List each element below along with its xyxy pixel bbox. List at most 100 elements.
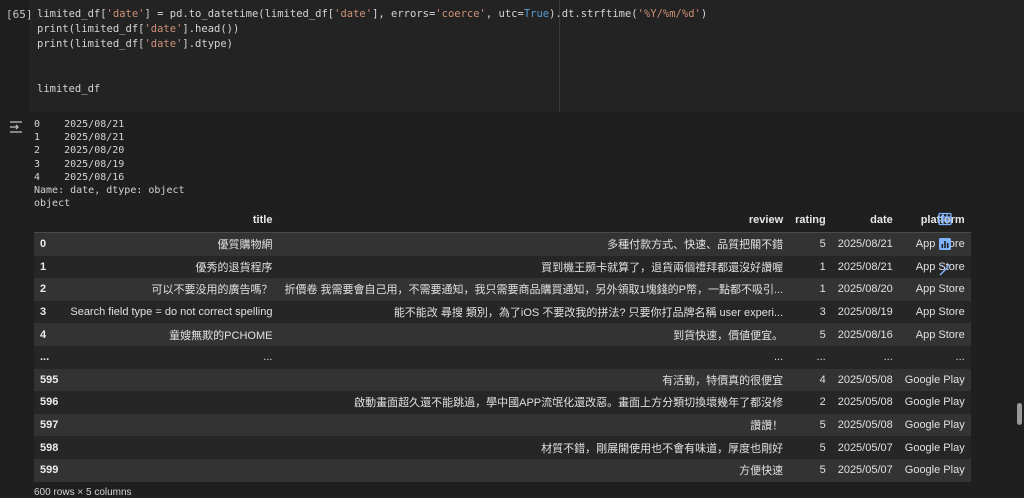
- column-header: title: [64, 208, 279, 233]
- row-index: 597: [34, 413, 65, 437]
- table-cell: 2025/08/21: [831, 232, 899, 256]
- row-index: 599: [34, 458, 65, 482]
- table-row: 595 有活動，特價真的很便宜 4 2025/05/08 Google Play: [34, 368, 971, 392]
- stdout-line: 2 2025/08/20: [34, 145, 125, 157]
- table-cell: 5: [789, 413, 832, 437]
- column-header: date: [831, 208, 899, 233]
- table-cell: 啟動畫面超久還不能跳過，學中國APP流氓化還改惡。畫面上方分類切換壞幾年了都沒修: [278, 391, 790, 414]
- table-cell: 優秀的退貨程序: [64, 255, 279, 279]
- table-cell: Google Play: [898, 458, 971, 482]
- table-cell: 1: [789, 255, 832, 279]
- code-cell: [65] limited_df['date'] = pd.to_datetime…: [0, 0, 1024, 112]
- table-row: 599 方便快速 5 2025/05/07 Google Play: [34, 458, 971, 482]
- table-cell: 5: [789, 458, 832, 482]
- table-row: 1 優秀的退貨程序 買到機王颞卡就算了，退貨兩個禮拜都還沒好讚喔 1 2025/08/2…: [34, 255, 971, 279]
- suggest-charts-icon[interactable]: [935, 234, 955, 254]
- table-cell: ...: [898, 345, 971, 369]
- table-cell: 1: [789, 278, 832, 301]
- row-index: 4: [34, 323, 65, 346]
- row-index: 595: [34, 368, 65, 392]
- table-cell: [64, 368, 279, 392]
- table-row: 598 材質不錯，剛展開使用也不會有味道，厚度也剛好 5 2025/05/07 Goog…: [34, 436, 971, 459]
- table-cell: 折價卷 我需要會自己用，不需要通知，我只需要商品購買通知，另外領取1塊錢的P幣，…: [278, 278, 790, 301]
- column-header: rating: [789, 208, 832, 233]
- table-cell: 2025/05/07: [831, 436, 899, 459]
- dataframe-shape: 600 rows × 5 columns: [34, 487, 132, 498]
- table-cell: 2025/08/20: [831, 278, 899, 301]
- table-row: 597 讚讚！ 5 2025/05/08 Google Play: [34, 413, 971, 437]
- table-row: 2 可以不要没用的廣告嗎？ 折價卷 我需要會自己用，不需要通知，我只需要商品購買通知…: [34, 278, 971, 301]
- code-line-2: print(limited_df['date'].head()): [37, 23, 240, 35]
- cell-output: 0 2025/08/21 1 2025/08/21 2 2025/08/20 3 20…: [0, 112, 1024, 498]
- table-cell: 方便快速: [278, 458, 790, 482]
- table-cell: 5: [789, 436, 832, 459]
- table-cell: App Store: [898, 278, 971, 301]
- row-index: 598: [34, 436, 65, 459]
- column-header: review: [278, 208, 790, 233]
- table-cell: 2025/05/07: [831, 458, 899, 482]
- generate-code-icon[interactable]: [935, 260, 955, 280]
- table-header-row: title review rating date platform: [34, 208, 971, 233]
- table-row: 0 優質購物網 多種付款方式、快速、品質把關不錯 5 2025/08/21 App Sto…: [34, 232, 971, 256]
- table-cell: 4: [789, 368, 832, 392]
- table-cell: App Store: [898, 323, 971, 346]
- table-cell: Google Play: [898, 413, 971, 437]
- table-cell: 有活動，特價真的很便宜: [278, 368, 790, 392]
- table-cell: 2025/08/19: [831, 300, 899, 324]
- table-cell: 多種付款方式、快速、品質把關不錯: [278, 232, 790, 256]
- table-cell: [64, 436, 279, 459]
- row-index: 1: [34, 255, 65, 279]
- table-row: 3 Search field type = do not correct spel…: [34, 300, 971, 324]
- code-line-1: limited_df['date'] = pd.to_datetime(limi…: [37, 8, 708, 20]
- code-line-3: print(limited_df['date'].dtype): [37, 38, 233, 50]
- table-cell: ...: [831, 345, 899, 369]
- stdout-line: 4 2025/08/16: [34, 171, 125, 183]
- table-cell: 童嫂無欺的PCHOME: [64, 323, 279, 346]
- row-index: 3: [34, 300, 65, 324]
- row-index: ...: [34, 345, 65, 369]
- table-cell: ...: [278, 345, 790, 369]
- table-cell: 2025/05/08: [831, 413, 899, 437]
- table-cell: 2025/05/08: [831, 391, 899, 414]
- code-editor[interactable]: limited_df['date'] = pd.to_datetime(limi…: [30, 0, 1024, 112]
- table-cell: ...: [789, 345, 832, 369]
- table-cell: 到貨快速，價値便宜。: [278, 323, 790, 346]
- code-lines: limited_df['date'] = pd.to_datetime(limi…: [37, 7, 707, 97]
- table-cell: Search field type = do not correct spell…: [64, 300, 279, 324]
- table-cell: 3: [789, 300, 832, 324]
- table-cell: App Store: [898, 300, 971, 324]
- row-index: 0: [34, 232, 65, 256]
- convert-to-table-icon[interactable]: [935, 209, 955, 229]
- stdout-text: 0 2025/08/21 1 2025/08/21 2 2025/08/20 3 20…: [34, 118, 185, 210]
- table-cell: 讚讚！: [278, 413, 790, 437]
- table-cell: 2: [789, 391, 832, 414]
- table-cell: 5: [789, 232, 832, 256]
- dataframe-table: title review rating date platform 0 優質購物網 多種付款…: [34, 208, 971, 482]
- table-row: 596 啟動畫面超久還不能跳過，學中國APP流氓化還改惡。畫面上方分類切換壞幾年了…: [34, 391, 971, 414]
- row-index: 2: [34, 278, 65, 301]
- table-cell: 可以不要没用的廣告嗎？: [64, 278, 279, 301]
- stdout-line: 3 2025/08/19: [34, 158, 125, 170]
- table-row: ..................: [34, 345, 971, 369]
- table-cell: Google Play: [898, 368, 971, 392]
- vertical-scrollbar-thumb[interactable]: [1017, 403, 1022, 425]
- table-cell: 2025/08/21: [831, 255, 899, 279]
- table-cell: Google Play: [898, 436, 971, 459]
- table-cell: 買到機王颞卡就算了，退貨兩個禮拜都還沒好讚喔: [278, 255, 790, 279]
- table-cell: [64, 458, 279, 482]
- stdout-line: 1 2025/08/21: [34, 132, 125, 144]
- table-cell: ...: [64, 345, 279, 369]
- output-toggle-icon[interactable]: [9, 120, 23, 134]
- table-cell: [64, 413, 279, 437]
- table-cell: 2025/05/08: [831, 368, 899, 392]
- table-cell: 材質不錯，剛展開使用也不會有味道，厚度也剛好: [278, 436, 790, 459]
- stdout-line: Name: date, dtype: object: [34, 184, 185, 196]
- table-cell: [64, 391, 279, 414]
- table-cell: 5: [789, 323, 832, 346]
- row-index: 596: [34, 391, 65, 414]
- stdout-line: 0 2025/08/21: [34, 119, 125, 130]
- table-cell: 優質購物網: [64, 232, 279, 256]
- table-cell: 能不能改 尋搜 類別，為了iOS 不要改我的拼法? 只要你打品牌名稱 user …: [278, 300, 790, 324]
- table-cell: 2025/08/16: [831, 323, 899, 346]
